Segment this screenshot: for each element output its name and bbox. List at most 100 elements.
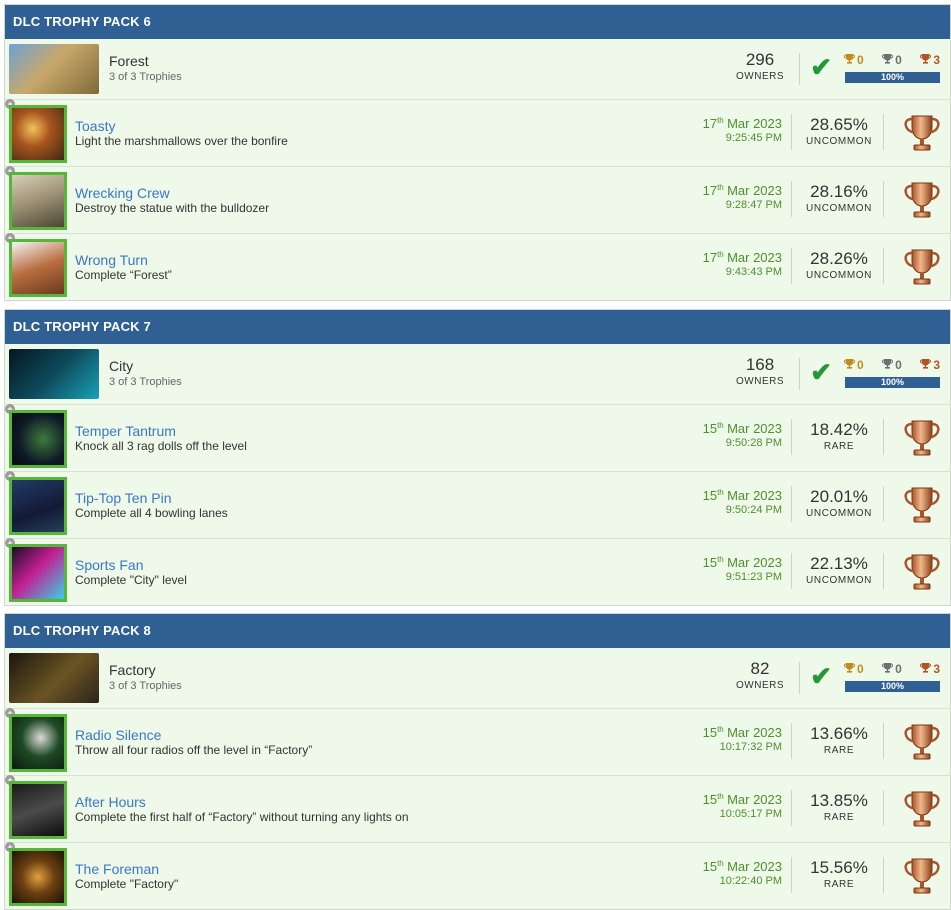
trophy-name-link[interactable]: After Hours bbox=[75, 794, 146, 810]
bronze-trophy-icon bbox=[904, 418, 940, 458]
owners-stat: 168 OWNERS bbox=[730, 356, 790, 388]
month-year: Mar 2023 bbox=[727, 725, 782, 740]
trophy-row: + Toasty Light the marshmallows over the b… bbox=[5, 99, 950, 167]
divider bbox=[883, 857, 884, 893]
day-number: 15 bbox=[702, 555, 718, 570]
trophy-breakdown: 0 0 3 bbox=[844, 53, 940, 67]
owners-count: 82 bbox=[750, 659, 770, 678]
month-year: Mar 2023 bbox=[727, 250, 782, 265]
trophy-thumbnail[interactable] bbox=[9, 239, 67, 297]
day-number: 15 bbox=[702, 725, 718, 740]
divider bbox=[883, 114, 884, 150]
earned-time: 9:43:43 PM bbox=[725, 266, 782, 278]
trophy-pack: DLC TROPHY PACK 6 Forest 3 of 3 Trophies 29… bbox=[4, 4, 951, 301]
divider bbox=[791, 857, 792, 893]
rarity-stat: 13.85% RARE bbox=[804, 791, 874, 824]
divider bbox=[799, 358, 800, 390]
divider bbox=[883, 790, 884, 826]
game-name[interactable]: Factory bbox=[109, 662, 156, 678]
silver-trophy-count: 0 bbox=[882, 662, 902, 676]
bronze-trophy-icon bbox=[920, 662, 932, 676]
bronze-trophy-count: 3 bbox=[920, 53, 940, 67]
rarity-percent: 28.65% bbox=[810, 115, 868, 134]
trophy-name-link[interactable]: Toasty bbox=[75, 118, 115, 134]
rarity-stat: 18.42% RARE bbox=[804, 421, 874, 453]
trophy-name-link[interactable]: Radio Silence bbox=[75, 727, 161, 743]
gold-trophy-count: 0 bbox=[844, 358, 864, 372]
gold-trophy-icon bbox=[844, 53, 855, 67]
progress-bar: 100% bbox=[845, 681, 940, 692]
earned-day: 17th Mar 2023 bbox=[703, 116, 782, 131]
divider bbox=[791, 486, 792, 522]
earned-time: 9:25:45 PM bbox=[725, 132, 782, 144]
bronze-trophy-icon bbox=[904, 789, 940, 829]
earned-time: 9:28:47 PM bbox=[725, 199, 782, 211]
trophy-description: Destroy the statue with the bulldozer bbox=[75, 201, 270, 215]
completed-check-icon: ✔ bbox=[810, 357, 832, 387]
game-name[interactable]: City bbox=[109, 358, 133, 374]
trophy-name-link[interactable]: Wrong Turn bbox=[75, 252, 148, 268]
trophy-name-link[interactable]: The Foreman bbox=[75, 861, 159, 877]
rarity-stat: 20.01% UNCOMMON bbox=[804, 488, 874, 520]
game-name[interactable]: Forest bbox=[109, 53, 149, 69]
day-suffix: th bbox=[717, 555, 724, 564]
earned-date: 15th Mar 2023 9:50:28 PM bbox=[703, 421, 782, 449]
trophy-thumbnail[interactable] bbox=[9, 544, 67, 602]
earned-date: 17th Mar 2023 9:25:45 PM bbox=[703, 116, 782, 144]
bronze-trophy-icon bbox=[920, 358, 932, 372]
earned-date: 15th Mar 2023 9:51:23 PM bbox=[703, 555, 782, 583]
month-year: Mar 2023 bbox=[727, 555, 782, 570]
earned-day: 15th Mar 2023 bbox=[703, 555, 782, 570]
trophy-name-link[interactable]: Wrecking Crew bbox=[75, 185, 170, 201]
rarity-label: UNCOMMON bbox=[806, 136, 872, 147]
earned-day: 17th Mar 2023 bbox=[703, 183, 782, 198]
bronze-trophy-count: 3 bbox=[920, 662, 940, 676]
game-thumbnail[interactable] bbox=[9, 349, 99, 399]
earned-day: 15th Mar 2023 bbox=[703, 421, 782, 436]
progress-bar: 100% bbox=[845, 72, 940, 83]
trophy-thumbnail[interactable] bbox=[9, 714, 67, 772]
earned-time: 10:17:32 PM bbox=[719, 741, 782, 753]
rarity-percent: 15.56% bbox=[810, 858, 868, 877]
rarity-label: RARE bbox=[823, 745, 855, 756]
pack-header: DLC TROPHY PACK 7 bbox=[5, 310, 950, 344]
trophy-name-link[interactable]: Temper Tantrum bbox=[75, 423, 176, 439]
divider bbox=[883, 248, 884, 284]
trophy-name-link[interactable]: Tip-Top Ten Pin bbox=[75, 490, 172, 506]
game-summary-row: Forest 3 of 3 Trophies 296 OWNERS ✔ 0 0 3 100% bbox=[5, 39, 950, 100]
trophy-row: + Wrong Turn Complete “Forest” 17th Mar 202… bbox=[5, 233, 950, 300]
silver-trophy-count: 0 bbox=[882, 53, 902, 67]
rarity-percent: 13.85% bbox=[810, 791, 868, 810]
rarity-percent: 28.16% bbox=[810, 182, 868, 201]
trophy-thumbnail[interactable] bbox=[9, 410, 67, 468]
trophy-thumbnail[interactable] bbox=[9, 105, 67, 163]
bronze-trophy-icon bbox=[904, 722, 940, 762]
trophy-row: + Temper Tantrum Knock all 3 rag dolls off… bbox=[5, 404, 950, 472]
earned-time: 9:50:24 PM bbox=[725, 504, 782, 516]
trophy-row: + Tip-Top Ten Pin Complete all 4 bowling l… bbox=[5, 471, 950, 539]
gold-trophy-count: 0 bbox=[844, 53, 864, 67]
divider bbox=[791, 790, 792, 826]
trophy-thumbnail[interactable] bbox=[9, 781, 67, 839]
divider bbox=[883, 553, 884, 589]
trophy-name-link[interactable]: Sports Fan bbox=[75, 557, 143, 573]
divider bbox=[791, 553, 792, 589]
trophy-description: Knock all 3 rag dolls off the level bbox=[75, 439, 247, 453]
day-suffix: th bbox=[717, 488, 724, 497]
month-year: Mar 2023 bbox=[727, 792, 782, 807]
trophy-thumbnail[interactable] bbox=[9, 172, 67, 230]
trophy-count: 3 of 3 Trophies bbox=[109, 680, 182, 692]
trophy-breakdown: 0 0 3 bbox=[844, 358, 940, 372]
game-thumbnail[interactable] bbox=[9, 653, 99, 703]
day-suffix: th bbox=[717, 183, 724, 192]
rarity-stat: 13.66% RARE bbox=[804, 725, 874, 757]
earned-day: 15th Mar 2023 bbox=[703, 792, 782, 807]
earned-date: 15th Mar 2023 10:22:40 PM bbox=[703, 859, 782, 887]
bronze-trophy-icon bbox=[920, 53, 932, 67]
trophy-thumbnail[interactable] bbox=[9, 477, 67, 535]
rarity-label: UNCOMMON bbox=[806, 575, 872, 586]
game-thumbnail[interactable] bbox=[9, 44, 99, 94]
trophy-thumbnail[interactable] bbox=[9, 848, 67, 906]
day-number: 17 bbox=[702, 116, 718, 131]
trophy-count: 3 of 3 Trophies bbox=[109, 71, 182, 83]
